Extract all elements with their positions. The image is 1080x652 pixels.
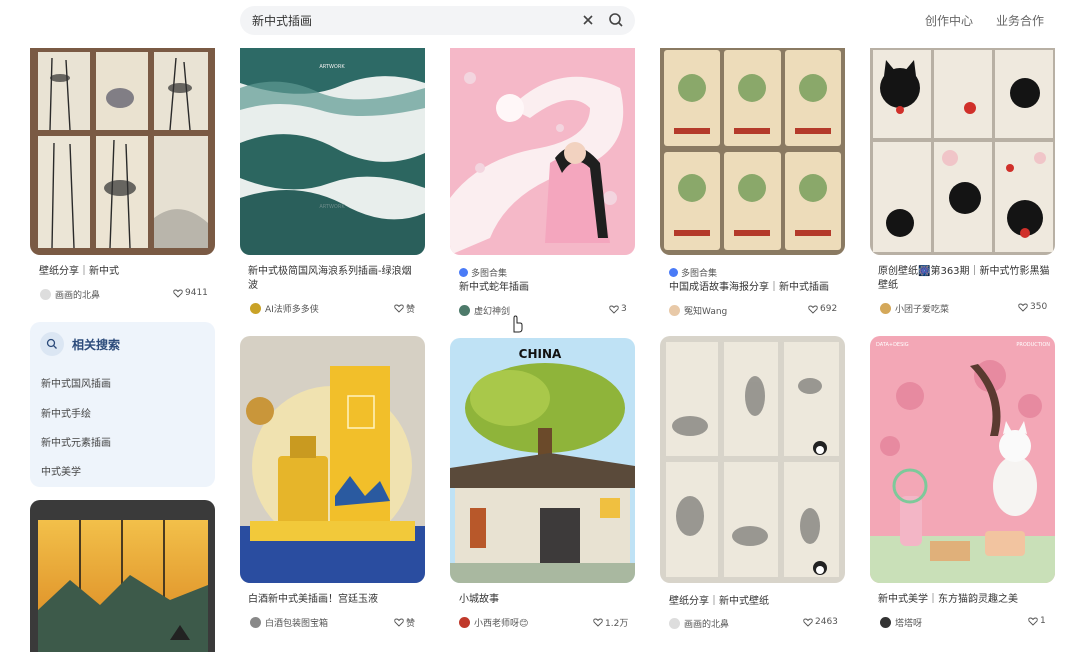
card-author[interactable]: 冤知Wang <box>669 304 727 317</box>
search-icon <box>40 332 64 356</box>
card-image-black-cats[interactable] <box>870 48 1055 255</box>
heart-icon <box>609 305 619 314</box>
nav-creator-center[interactable]: 创作中心 <box>925 12 973 29</box>
related-search-item[interactable]: 新中式手绘 <box>41 405 91 420</box>
heart-icon <box>808 305 818 314</box>
avatar <box>880 303 891 314</box>
heart-icon <box>1018 303 1028 312</box>
production-label: PRODUCTION <box>1016 342 1050 348</box>
card-image-baijiu[interactable] <box>240 336 425 583</box>
card-title[interactable]: 白酒新中式美插画！宫廷玉液 <box>248 593 418 607</box>
card-author[interactable]: 小团子爱吃菜 <box>880 302 949 315</box>
card-title[interactable]: 中国成语故事海报分享｜新中式插画 <box>669 281 844 295</box>
china-label: CHINA <box>519 347 562 361</box>
like-button[interactable]: 9411 <box>173 288 208 298</box>
like-button[interactable]: 赞 <box>394 302 415 315</box>
data-design-label: DATA+DESIG <box>876 342 909 348</box>
avatar <box>459 617 470 628</box>
card-author[interactable]: 白酒包装图宝箱 <box>250 616 328 629</box>
like-button[interactable]: 3 <box>609 304 627 314</box>
card-title[interactable]: 壁纸分享｜新中式 <box>39 265 209 279</box>
card-image-screen[interactable] <box>30 500 215 652</box>
close-icon[interactable] <box>579 11 597 29</box>
card-author[interactable]: AI法师多多侠 <box>250 302 319 315</box>
heart-icon <box>394 304 404 313</box>
search-input[interactable]: 新中式插画 <box>252 12 312 29</box>
heart-icon <box>1028 617 1038 626</box>
card-author[interactable]: 塔塔呀 <box>880 616 922 629</box>
related-search-title: 相关搜索 <box>72 337 121 352</box>
heart-icon <box>803 618 813 627</box>
card-image-ink-wallpaper[interactable] <box>660 336 845 583</box>
card-title[interactable]: 新中式美学｜东方猫韵灵趣之美 <box>878 593 1053 607</box>
like-button[interactable]: 692 <box>808 304 837 314</box>
card-author[interactable]: 虚幻神剑 <box>459 304 510 317</box>
heart-icon <box>173 289 183 298</box>
card-image-snake[interactable] <box>450 48 635 255</box>
avatar <box>669 618 680 629</box>
like-button[interactable]: 2463 <box>803 617 838 627</box>
artwork-label: ARTWORK <box>319 64 345 70</box>
related-search-item[interactable]: 新中式国风插画 <box>41 375 111 390</box>
related-search-item[interactable]: 中式美学 <box>41 463 81 478</box>
search-bar[interactable]: 新中式插画 <box>240 6 635 35</box>
artwork-label: ARTWORK <box>319 204 345 210</box>
related-search-item[interactable]: 新中式元素插画 <box>41 434 111 449</box>
like-button[interactable]: 350 <box>1018 302 1047 312</box>
avatar <box>459 305 470 316</box>
avatar <box>880 617 891 628</box>
card-image-bamboo[interactable] <box>30 48 215 255</box>
card-title[interactable]: 新中式蛇年插画 <box>459 281 629 295</box>
related-search-panel: 相关搜索 新中式国风插画 新中式手绘 新中式元素插画 中式美学 <box>30 322 215 487</box>
search-icon[interactable] <box>607 11 625 29</box>
card-title[interactable]: 壁纸分享｜新中式壁纸 <box>669 595 839 609</box>
collection-icon <box>669 268 678 277</box>
card-author[interactable]: 小西老师呀😊 <box>459 616 528 629</box>
card-title[interactable]: 新中式极简国风海浪系列插画-绿浪烟波 <box>248 265 418 293</box>
card-image-waves[interactable]: ARTWORK ARTWORK <box>240 48 425 255</box>
card-title[interactable]: 小城故事 <box>459 593 629 607</box>
like-button[interactable]: 1.2万 <box>593 616 628 629</box>
card-author[interactable]: 画画的北鼻 <box>40 288 100 301</box>
heart-icon <box>593 618 603 627</box>
avatar <box>669 305 680 316</box>
nav-business[interactable]: 业务合作 <box>996 12 1044 29</box>
avatar <box>250 617 261 628</box>
card-image-white-cat[interactable]: DATA+DESIG PRODUCTION <box>870 336 1055 583</box>
avatar <box>40 289 51 300</box>
heart-icon <box>394 618 404 627</box>
related-search-header: 相关搜索 <box>40 332 120 356</box>
collection-icon <box>459 268 468 277</box>
card-image-idiom-posters[interactable] <box>660 48 845 255</box>
like-button[interactable]: 赞 <box>394 616 415 629</box>
card-title[interactable]: 原创壁纸🎆第363期｜新中式竹影黑猫壁纸 <box>878 265 1053 293</box>
like-button[interactable]: 1 <box>1028 616 1046 626</box>
multi-image-tag: 多图合集 <box>459 266 507 279</box>
avatar <box>250 303 261 314</box>
card-image-china-town[interactable]: CHINA <box>450 338 635 583</box>
cursor-icon <box>513 315 523 333</box>
multi-image-tag: 多图合集 <box>669 266 717 279</box>
card-author[interactable]: 画画的北鼻 <box>669 617 729 630</box>
